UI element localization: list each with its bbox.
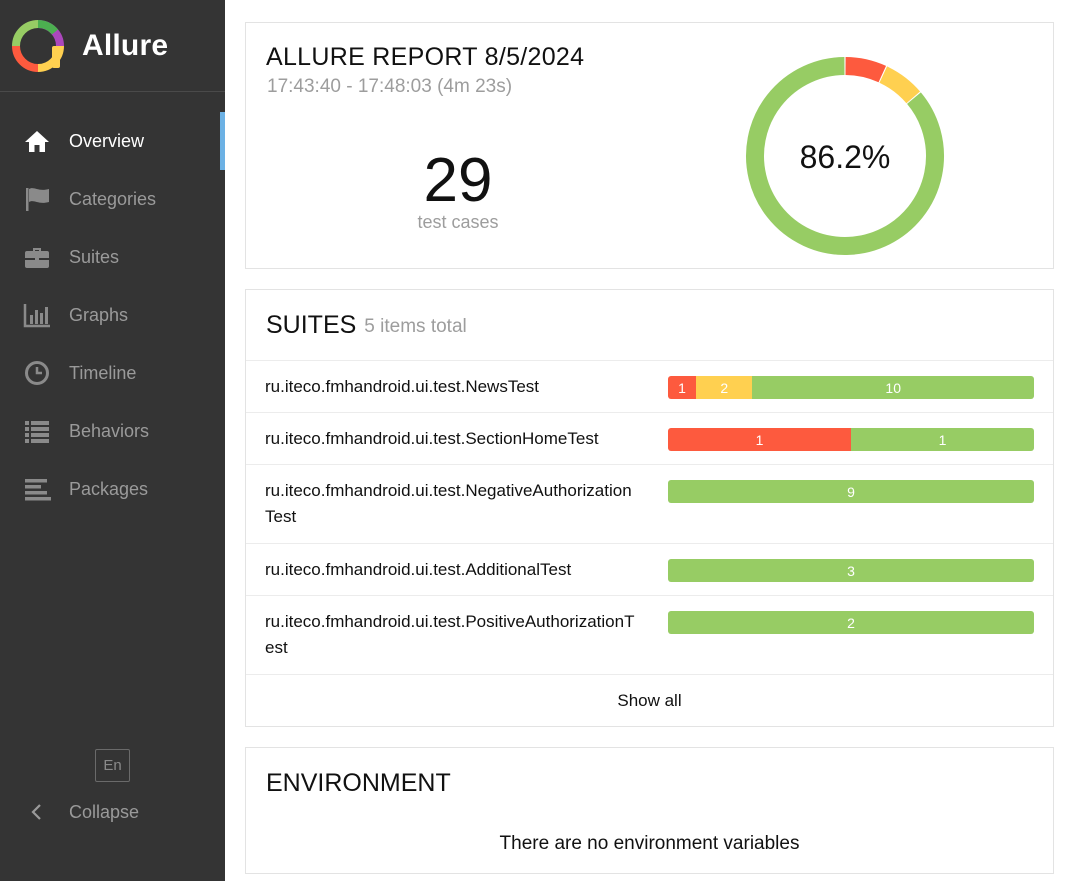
suite-name: ru.iteco.fmhandroid.ui.test.SectionHomeT… [265, 429, 599, 448]
sidebar: Allure Overview Categories Suites Graphs… [0, 0, 225, 881]
sidebar-item-label: Packages [69, 478, 149, 499]
brand[interactable]: Allure [0, 0, 225, 92]
suite-status-bar: 11 [668, 428, 1034, 451]
sidebar-item-label: Timeline [69, 362, 137, 383]
success-rate-donut: 86.2% [746, 57, 944, 255]
suite-status-bar: 1 2 10 [668, 376, 1034, 399]
bar-chart-icon [22, 300, 52, 330]
sidebar-item-label: Categories [69, 188, 157, 209]
sidebar-nav: Overview Categories Suites Graphs Timeli… [0, 112, 225, 518]
suite-row[interactable]: ru.iteco.fmhandroid.ui.test.NegativeAuth… [246, 465, 1053, 544]
environment-widget: ENVIRONMENT There are no environment var… [245, 747, 1054, 874]
sidebar-item-overview[interactable]: Overview [0, 112, 225, 170]
clock-icon [22, 358, 52, 388]
align-left-icon [22, 474, 52, 504]
status-segment-passed: 3 [668, 559, 1034, 582]
language-button[interactable]: En [95, 749, 130, 782]
sidebar-item-label: Suites [69, 246, 120, 267]
collapse-label: Collapse [69, 801, 140, 822]
home-icon [22, 126, 52, 156]
suites-count: 5 items total [364, 316, 467, 337]
suites-widget: SUITES 5 items total ru.iteco.fmhandroid… [245, 289, 1054, 727]
suites-header: SUITES 5 items total [246, 290, 1053, 361]
sidebar-item-graphs[interactable]: Graphs [0, 286, 225, 344]
allure-logo-icon [12, 19, 64, 72]
status-segment-failed: 1 [668, 428, 851, 451]
suite-name: ru.iteco.fmhandroid.ui.test.NegativeAuth… [265, 481, 632, 526]
suite-row[interactable]: ru.iteco.fmhandroid.ui.test.AdditionalTe… [246, 544, 1053, 596]
sidebar-item-label: Graphs [69, 304, 129, 325]
suite-status-bar: 3 [668, 559, 1034, 582]
list-icon [22, 416, 52, 446]
report-time: 17:43:40 - 17:48:03 (4m 23s) [267, 76, 513, 97]
sidebar-item-label: Behaviors [69, 420, 150, 441]
status-segment-passed: 9 [668, 480, 1034, 503]
flag-icon [22, 184, 52, 214]
suite-name: ru.iteco.fmhandroid.ui.test.NewsTest [265, 377, 540, 396]
sidebar-item-behaviors[interactable]: Behaviors [0, 402, 225, 460]
suite-row[interactable]: ru.iteco.fmhandroid.ui.test.SectionHomeT… [246, 413, 1053, 465]
sidebar-item-categories[interactable]: Categories [0, 170, 225, 228]
suite-name: ru.iteco.fmhandroid.ui.test.PositiveAuth… [265, 612, 635, 657]
briefcase-icon [22, 242, 52, 272]
sidebar-item-timeline[interactable]: Timeline [0, 344, 225, 402]
suite-row[interactable]: ru.iteco.fmhandroid.ui.test.PositiveAuth… [246, 596, 1053, 675]
status-segment-passed: 1 [851, 428, 1034, 451]
suites-title: SUITES [266, 310, 357, 339]
test-cases-count: 29 [423, 146, 493, 215]
summary-widget: ALLURE REPORT 8/5/2024 17:43:40 - 17:48:… [245, 22, 1054, 269]
report-title: ALLURE REPORT 8/5/2024 [266, 43, 585, 71]
show-all-link[interactable]: Show all [246, 675, 1053, 727]
status-segment-passed: 10 [752, 376, 1034, 399]
suite-name: ru.iteco.fmhandroid.ui.test.AdditionalTe… [265, 560, 572, 579]
sidebar-item-label: Overview [69, 130, 145, 151]
sidebar-item-suites[interactable]: Suites [0, 228, 225, 286]
status-segment-passed: 2 [668, 611, 1034, 634]
allure-app: Allure Overview Categories Suites Graphs… [0, 0, 1070, 881]
suite-row[interactable]: ru.iteco.fmhandroid.ui.test.NewsTest 121… [246, 361, 1053, 413]
chevron-left-icon [22, 803, 52, 821]
donut-slice-failed [845, 57, 887, 83]
test-cases-label: test cases [417, 212, 499, 232]
environment-empty-text: There are no environment variables [499, 833, 800, 854]
status-segment-failed: 1 [668, 376, 697, 399]
sidebar-item-packages[interactable]: Packages [0, 460, 225, 518]
brand-name: Allure [82, 28, 169, 62]
suite-status-bar: 2 [668, 611, 1034, 634]
collapse-button[interactable]: Collapse [22, 795, 139, 829]
environment-title: ENVIRONMENT [266, 769, 451, 797]
donut-slice-broken [879, 66, 921, 104]
success-rate-percent: 86.2% [800, 139, 891, 175]
suite-status-bar: 9 [668, 480, 1034, 503]
status-segment-broken: 2 [696, 376, 753, 399]
